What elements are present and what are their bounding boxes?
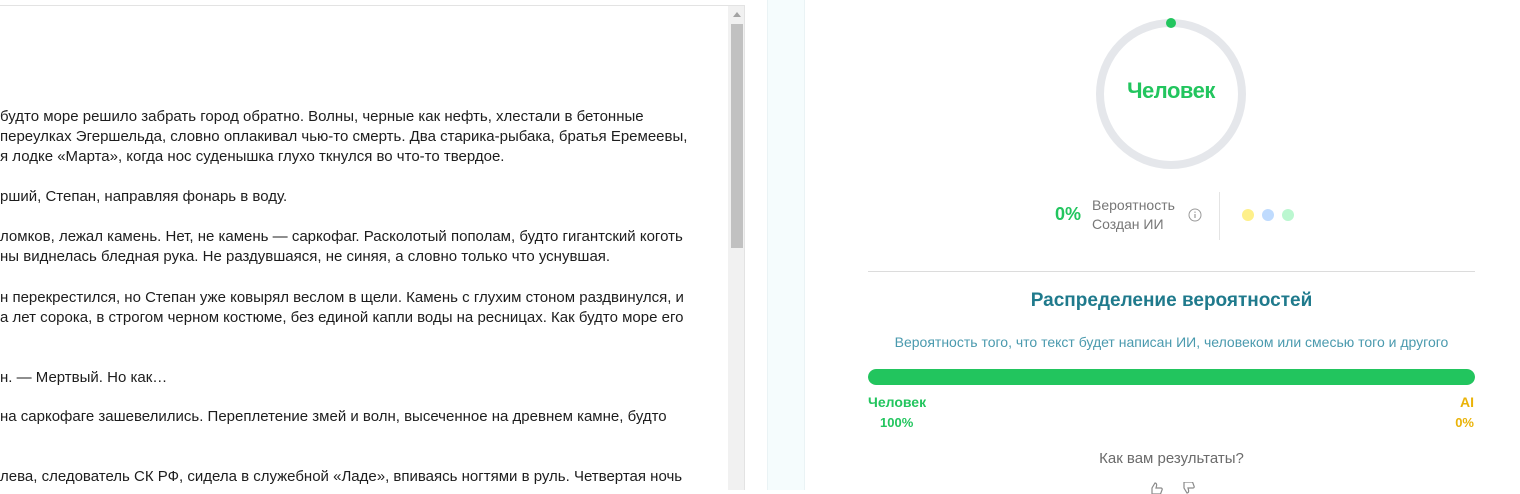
human-label: Человек: [868, 394, 927, 410]
result-panel: Человек 0% Вероятность Создан ИИ Распред…: [806, 0, 1520, 494]
text-line: н перекрестился, но Степан уже ковырял в…: [0, 289, 684, 306]
text-paragraph: н перекрестился, но Степан уже ковырял в…: [0, 288, 728, 328]
text-line: ны виднелась бледная рука. Не раздувшаяс…: [0, 248, 611, 265]
text-paragraph: лева, следователь СК РФ, сидела в служеб…: [0, 467, 728, 490]
legend-dot-mixed: [1262, 209, 1274, 221]
text-paragraph: рший, Степан, направляя фонарь в воду.: [0, 187, 728, 207]
legend-dot-human: [1282, 209, 1294, 221]
scroll-up-arrow-icon[interactable]: [733, 12, 741, 17]
scrollbar-thumb[interactable]: [731, 24, 743, 248]
text-paragraph: ломков, лежал камень. Нет, не камень — с…: [0, 227, 728, 267]
text-line: переулках Эгершельда, словно оплакивал ч…: [0, 128, 688, 145]
stat-divider: [1219, 192, 1220, 240]
section-divider: [868, 271, 1475, 272]
verdict-ring-marker: [1166, 18, 1176, 28]
text-line: лева, следователь СК РФ, сидела в служеб…: [0, 468, 683, 485]
text-pane: будто море решило забрать город обратно.…: [0, 5, 745, 490]
thumbs-down-icon[interactable]: [1180, 482, 1196, 494]
ai-probability-row: 0% Вероятность Создан ИИ: [1054, 192, 1304, 240]
ai-value: 0%: [1455, 415, 1474, 430]
ai-probability-label: Вероятность Создан ИИ: [1092, 196, 1175, 234]
panel-gutter: [767, 0, 805, 490]
verdict-label: Человек: [1127, 78, 1215, 103]
distribution-title: Распределение вероятностей: [1030, 290, 1313, 311]
distribution-bar-human-fill: [868, 369, 1475, 385]
ai-probability-label-line1: Вероятность: [1092, 197, 1175, 213]
text-content: будто море решило забрать город обратно.…: [0, 6, 728, 490]
ai-probability-value: 0%: [1055, 204, 1082, 224]
text-line: на саркофаге зашевелились. Переплетение …: [0, 408, 667, 425]
distribution-bar: [868, 369, 1475, 385]
thumbs-up-icon[interactable]: [1148, 482, 1164, 494]
text-paragraph: на саркофаге зашевелились. Переплетение …: [0, 407, 728, 427]
distribution-subtitle: Вероятность того, что текст будет написа…: [894, 334, 1449, 350]
text-line: рший, Степан, направляя фонарь в воду.: [0, 188, 288, 205]
text-line: ломков, лежал камень. Нет, не камень — с…: [0, 228, 683, 245]
text-line: а лет сорока, в строгом черном костюме, …: [0, 309, 684, 326]
text-line: н. — Мертвый. Но как…: [0, 369, 168, 386]
ai-probability-label-line2: Создан ИИ: [1092, 216, 1164, 232]
vertical-scrollbar[interactable]: [728, 6, 744, 490]
legend-dot-ai: [1242, 209, 1254, 221]
text-paragraph: будто море решило забрать город обратно.…: [0, 107, 728, 167]
human-value: 100%: [880, 415, 914, 430]
text-paragraph: н. — Мертвый. Но как…: [0, 368, 728, 388]
ai-label: AI: [1460, 394, 1474, 410]
info-icon[interactable]: [1188, 208, 1202, 222]
feedback-prompt: Как вам результаты?: [1099, 450, 1244, 467]
text-line: я лодке «Марта», когда нос суденышка глу…: [0, 148, 505, 165]
text-line: будто море решило забрать город обратно.…: [0, 108, 644, 125]
